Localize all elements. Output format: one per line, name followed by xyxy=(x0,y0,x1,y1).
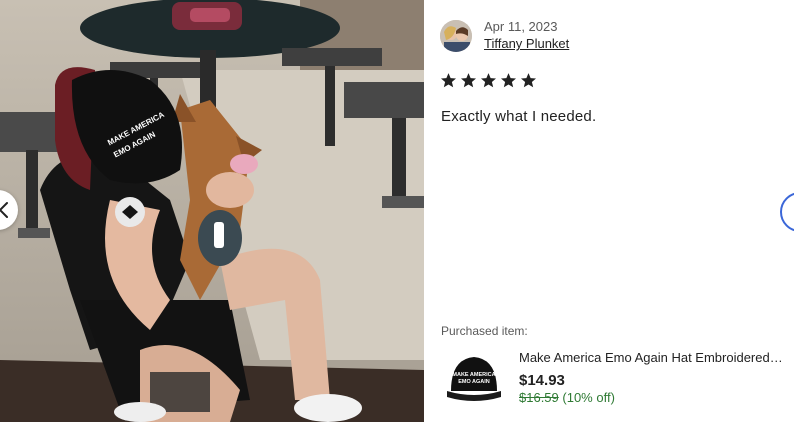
star-rating xyxy=(440,72,537,89)
reviewer-header: Apr 11, 2023 Tiffany Plunket xyxy=(440,19,569,52)
purchased-item-thumbnail[interactable]: MAKE AMERICA EMO AGAIN xyxy=(441,345,507,411)
reviewer-info: Apr 11, 2023 Tiffany Plunket xyxy=(484,19,569,52)
avatar-image xyxy=(440,19,472,52)
thumb-embroidery-line2: EMO AGAIN xyxy=(458,379,490,385)
purchased-item-original-price: $16.59 (10% off) xyxy=(519,390,615,405)
star-icon xyxy=(500,73,517,88)
review-photo[interactable]: MAKE AMERICA EMO AGAIN xyxy=(0,0,424,422)
star-icon xyxy=(480,73,497,88)
next-photo-button[interactable] xyxy=(780,192,794,232)
review-panel: Apr 11, 2023 Tiffany Plunket Exactly wha… xyxy=(424,0,783,422)
review-photo-image: MAKE AMERICA EMO AGAIN xyxy=(0,0,424,422)
purchased-item-price: $14.93 xyxy=(519,372,565,389)
chevron-left-icon xyxy=(0,202,8,218)
reviewer-name-link[interactable]: Tiffany Plunket xyxy=(484,35,569,52)
review-text: Exactly what I needed. xyxy=(441,108,597,125)
star-icon xyxy=(520,73,537,88)
review-date: Apr 11, 2023 xyxy=(484,19,558,34)
previous-photo-button[interactable] xyxy=(0,190,18,230)
star-icon xyxy=(440,73,457,88)
review-photo-modal: MAKE AMERICA EMO AGAIN Apr 11, 2023 Tiff… xyxy=(0,0,794,422)
chevron-right-icon xyxy=(782,194,794,230)
original-price-strikethrough: $16.59 xyxy=(519,390,559,405)
hat-thumbnail-image: MAKE AMERICA EMO AGAIN xyxy=(441,345,507,411)
purchased-item-title-link[interactable]: Make America Emo Again Hat Embroidered B… xyxy=(519,350,783,365)
star-icon xyxy=(460,73,477,88)
discount-percent: (10% off) xyxy=(562,390,615,405)
thumb-embroidery-line1: MAKE AMERICA xyxy=(452,372,495,378)
purchased-item-label: Purchased item: xyxy=(441,324,528,338)
avatar[interactable] xyxy=(440,19,472,52)
